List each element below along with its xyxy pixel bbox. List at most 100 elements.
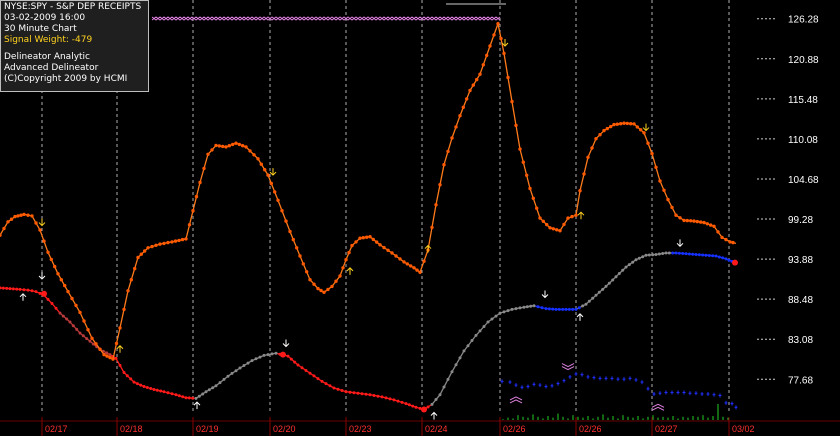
- grid-layer: [41, 0, 777, 414]
- delineator-point: [201, 392, 205, 396]
- x-tick-label: 02/23: [349, 424, 372, 434]
- delineator-point: [105, 351, 109, 355]
- price-point: [478, 72, 482, 76]
- price-point: [326, 287, 330, 292]
- price-point: [22, 212, 26, 217]
- chevron-icon: [509, 399, 523, 404]
- delineator-point: [407, 403, 411, 407]
- price-point: [347, 250, 351, 255]
- price-point: [502, 51, 506, 56]
- price-point: [234, 141, 238, 145]
- delineator-point: [71, 324, 75, 328]
- price-point: [56, 272, 60, 276]
- delineator-point: [26, 288, 30, 292]
- price-point: [434, 203, 438, 207]
- delineator-point: [400, 400, 404, 404]
- x-tick-label: 02/18: [120, 424, 143, 434]
- delineator-point: [714, 254, 718, 258]
- delineator-point: [594, 293, 598, 297]
- delineator-point: [631, 260, 635, 264]
- delineator-segment: [715, 255, 727, 260]
- delineator-point: [604, 284, 608, 288]
- delineator-point: [654, 253, 658, 256]
- price-point: [555, 228, 559, 232]
- price-point: [689, 219, 693, 223]
- price-point: [368, 235, 372, 239]
- price-point: [94, 342, 98, 346]
- delineator-point: [88, 339, 92, 343]
- delineator-point: [388, 397, 392, 401]
- down-arrow-icon: [642, 123, 650, 132]
- delineator-segment: [511, 306, 525, 311]
- delineator-segment: [175, 394, 187, 399]
- delineator-point: [191, 396, 195, 400]
- volume-layer: [502, 404, 729, 420]
- x-tick-label: 02/26: [503, 424, 526, 434]
- delineator-point: [5, 286, 9, 290]
- price-point: [111, 357, 115, 361]
- delineator-point: [506, 309, 510, 313]
- delineator-point: [174, 393, 178, 397]
- price-point: [590, 146, 594, 150]
- delineator-point: [250, 359, 254, 363]
- price-point: [382, 245, 386, 250]
- price-point: [6, 220, 10, 224]
- delineator-point: [657, 252, 661, 256]
- price-point: [639, 128, 643, 132]
- delineator-point: [644, 253, 648, 257]
- delineator-segment: [333, 387, 347, 393]
- delineator-segment: [163, 391, 177, 396]
- price-point: [622, 121, 626, 125]
- delineator-point: [721, 256, 725, 260]
- delineator-point: [226, 374, 230, 378]
- delineator-point: [152, 388, 156, 391]
- delineator-highlight: [41, 290, 47, 297]
- price-point: [390, 251, 394, 255]
- price-point: [720, 235, 724, 240]
- delineator-segment: [251, 354, 265, 362]
- price-point: [350, 243, 354, 248]
- price-point: [177, 238, 181, 243]
- price-point: [42, 239, 46, 243]
- delineator-segment: [645, 253, 657, 256]
- y-tick-label: 120.88: [788, 55, 819, 66]
- price-point: [506, 75, 510, 80]
- delineator-point: [122, 371, 126, 374]
- delineator-point: [571, 307, 575, 311]
- price-point: [402, 260, 406, 264]
- delineator-point: [8, 287, 12, 291]
- delineator-point: [372, 394, 376, 397]
- delineator-segment: [123, 372, 135, 383]
- delineator-point: [0, 286, 2, 290]
- x-tick-label: 02/19: [196, 424, 219, 434]
- chevron-icon: [651, 406, 665, 411]
- price-point: [13, 214, 17, 219]
- delineator-point: [518, 306, 522, 310]
- y-tick-label: 83.08: [788, 335, 813, 346]
- price-point: [461, 105, 465, 110]
- delineator-point: [54, 306, 58, 310]
- delineator-point: [170, 392, 174, 396]
- price-point: [409, 264, 413, 268]
- delineator-point: [591, 296, 595, 300]
- delineator-point: [482, 325, 486, 328]
- price-point: [198, 180, 202, 185]
- price-point: [312, 282, 316, 286]
- delineator-point: [701, 253, 705, 257]
- price-point: [558, 229, 562, 233]
- delineator-point: [222, 377, 226, 381]
- price-point: [291, 237, 295, 242]
- delineator-point: [68, 320, 72, 324]
- price-point: [102, 352, 106, 357]
- price-point: [133, 266, 137, 271]
- delineator-point: [522, 305, 526, 309]
- delineator-segment: [595, 285, 607, 296]
- delineator-point: [108, 353, 112, 357]
- delineator-segment: [487, 312, 501, 323]
- price-point: [221, 144, 225, 149]
- price-point: [551, 227, 555, 231]
- delineator-point: [61, 314, 65, 318]
- price-point: [154, 243, 158, 247]
- delineator-point: [697, 253, 701, 257]
- price-point: [629, 122, 633, 126]
